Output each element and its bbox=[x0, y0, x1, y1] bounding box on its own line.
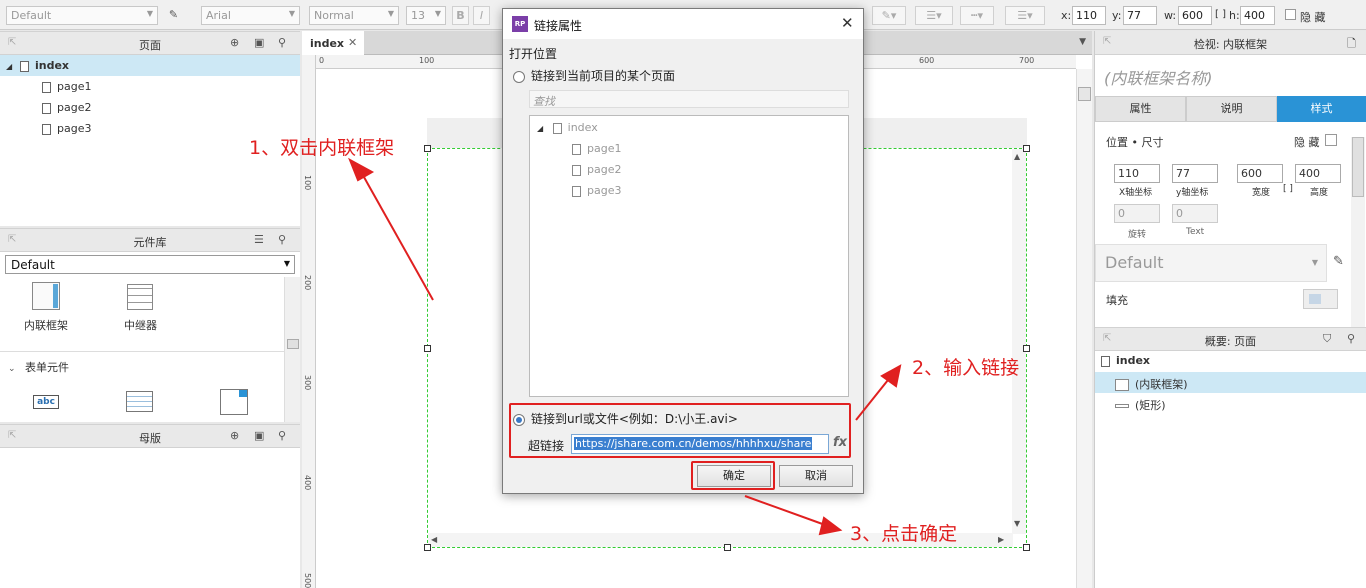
annotation-arrows bbox=[348, 157, 902, 536]
arrow-step3-head bbox=[818, 516, 843, 536]
arrow-step3-line bbox=[744, 495, 829, 527]
arrow-step1-head bbox=[348, 157, 375, 182]
arrow-step1-line bbox=[359, 169, 434, 301]
arrow-step2-line bbox=[855, 374, 893, 421]
